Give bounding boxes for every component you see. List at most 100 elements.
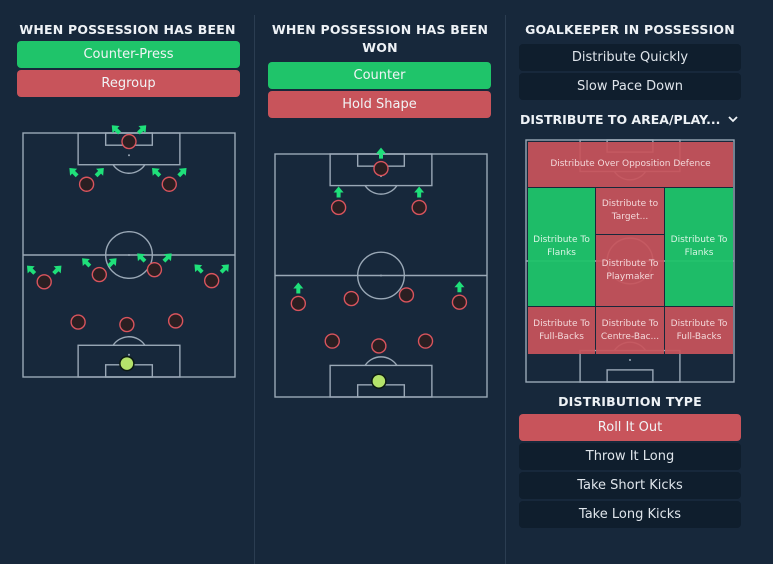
player-marker: [290, 295, 307, 312]
player-mid-right-wide: [451, 281, 468, 310]
player-mid-right: [137, 253, 172, 278]
player-marker: [330, 199, 347, 216]
player-marker: [36, 274, 52, 290]
penalty-spot-bottom: [629, 358, 631, 361]
player-marker: [373, 160, 389, 177]
slow-pace-down-button[interactable]: Slow Pace Down: [519, 73, 741, 100]
zone-flanks-left[interactable]: Distribute To Flanks: [528, 188, 595, 306]
pitch-won: [274, 147, 488, 398]
goalkeeper-title: GOALKEEPER IN POSSESSION: [525, 22, 735, 37]
penalty-arc-top: [364, 185, 398, 195]
arrow-up-right-icon: [162, 253, 172, 263]
player-def-centre: [119, 316, 135, 333]
player-marker: [78, 176, 95, 192]
player-marker: [167, 313, 184, 329]
arrow-up-left-icon: [111, 125, 121, 135]
arrow-up-left-icon: [69, 167, 79, 178]
player-marker: [203, 272, 220, 289]
six-yard-box-bottom: [606, 369, 654, 383]
arrow-up-right-icon: [219, 264, 229, 274]
arrow-up-icon: [333, 186, 344, 198]
player-marker: [70, 314, 86, 330]
pitch-lines: [274, 147, 488, 398]
zone-centre-backs[interactable]: Distribute To Centre-Bac...: [596, 307, 664, 354]
regroup-button[interactable]: Regroup: [17, 70, 240, 97]
centre-spot: [380, 274, 382, 277]
distribution-zones: Distribute Over Opposition Defence Distr…: [528, 142, 733, 354]
counter-button[interactable]: Counter: [268, 62, 491, 89]
take-short-kicks-button[interactable]: Take Short Kicks: [519, 472, 741, 499]
player-def-right: [417, 333, 434, 349]
penalty-arc-bottom: [364, 356, 398, 366]
distribution-type-title: DISTRIBUTION TYPE: [558, 394, 702, 409]
zone-fullbacks-right[interactable]: Distribute To Full-Backs: [665, 307, 733, 354]
arrow-up-icon: [376, 147, 386, 159]
player-def-right: [167, 313, 184, 329]
arrow-up-right-icon: [177, 167, 187, 178]
arrow-up-left-icon: [152, 167, 162, 178]
player-marker: [411, 199, 427, 216]
arrow-up-left-icon: [194, 264, 204, 274]
player-forward-left: [330, 186, 347, 216]
player-mid-left-wide: [26, 265, 62, 290]
chevron-down-icon: [728, 116, 738, 123]
player-marker: [146, 261, 163, 278]
zone-playmaker[interactable]: Distribute To Playmaker: [596, 235, 664, 306]
player-mid-right: [398, 287, 415, 303]
player-marker: [371, 338, 387, 354]
player-forward-right: [152, 167, 187, 192]
zone-target-man[interactable]: Distribute to Target...: [596, 188, 664, 234]
arrow-up-left-icon: [26, 265, 37, 275]
arrow-up-left-icon: [137, 253, 147, 263]
player-def-left: [324, 333, 340, 349]
arrow-up-left-icon: [82, 258, 92, 268]
player-forward-left: [69, 167, 104, 192]
pitch-lost: [22, 125, 236, 378]
player-marker: [121, 133, 137, 150]
player-mid-left: [82, 258, 117, 283]
penalty-arc-top: [112, 164, 146, 174]
zone-fullbacks-left[interactable]: Distribute To Full-Backs: [528, 307, 595, 354]
penalty-spot-top: [128, 154, 130, 157]
centre-spot: [128, 254, 130, 256]
pitch-lines: [22, 125, 236, 378]
distribute-to-dropdown[interactable]: DISTRIBUTE TO AREA/PLAY...: [520, 112, 738, 127]
player-mid-left-wide: [290, 282, 307, 312]
goalkeeper-panel: GOALKEEPER IN POSSESSION Distribute Quic…: [505, 0, 773, 564]
player-forward-right: [411, 186, 427, 216]
throw-it-long-button[interactable]: Throw It Long: [519, 443, 741, 470]
arrow-up-icon: [454, 281, 465, 293]
zone-flanks-right[interactable]: Distribute To Flanks: [665, 188, 733, 306]
hold-shape-button[interactable]: Hold Shape: [268, 91, 491, 118]
arrow-up-icon: [414, 186, 425, 198]
goalkeeper-marker: [119, 355, 135, 372]
player-striker: [373, 147, 389, 177]
player-marker: [451, 294, 468, 310]
arrow-up-right-icon: [137, 125, 147, 135]
player-goalkeeper: [371, 373, 387, 389]
possession-lost-panel: WHEN POSSESSION HAS BEEN LOST Counter-Pr…: [0, 0, 255, 564]
possession-won-panel: WHEN POSSESSION HAS BEEN WON Counter Hol…: [255, 0, 505, 564]
arrow-up-right-icon: [94, 167, 104, 178]
arrow-up-icon: [293, 282, 304, 294]
player-def-centre: [371, 338, 387, 354]
player-marker: [324, 333, 340, 349]
player-marker: [161, 176, 177, 192]
player-marker: [343, 290, 360, 307]
goalkeeper-marker: [371, 373, 387, 389]
distribute-quickly-button[interactable]: Distribute Quickly: [519, 44, 741, 71]
possession-won-title: WHEN POSSESSION HAS BEEN WON: [271, 22, 489, 55]
player-marker: [398, 287, 415, 303]
penalty-box-bottom: [579, 349, 681, 383]
player-marker: [119, 316, 135, 333]
player-mid-right-wide: [194, 264, 229, 289]
zone-over-defence[interactable]: Distribute Over Opposition Defence: [528, 142, 733, 187]
player-def-left: [70, 314, 86, 330]
player-marker: [417, 333, 434, 349]
counter-press-button[interactable]: Counter-Press: [17, 41, 240, 68]
penalty-spot-bottom: [128, 353, 130, 356]
player-marker: [91, 266, 108, 283]
roll-it-out-button[interactable]: Roll It Out: [519, 414, 741, 441]
take-long-kicks-button[interactable]: Take Long Kicks: [519, 501, 741, 528]
player-mid-left: [343, 290, 360, 307]
